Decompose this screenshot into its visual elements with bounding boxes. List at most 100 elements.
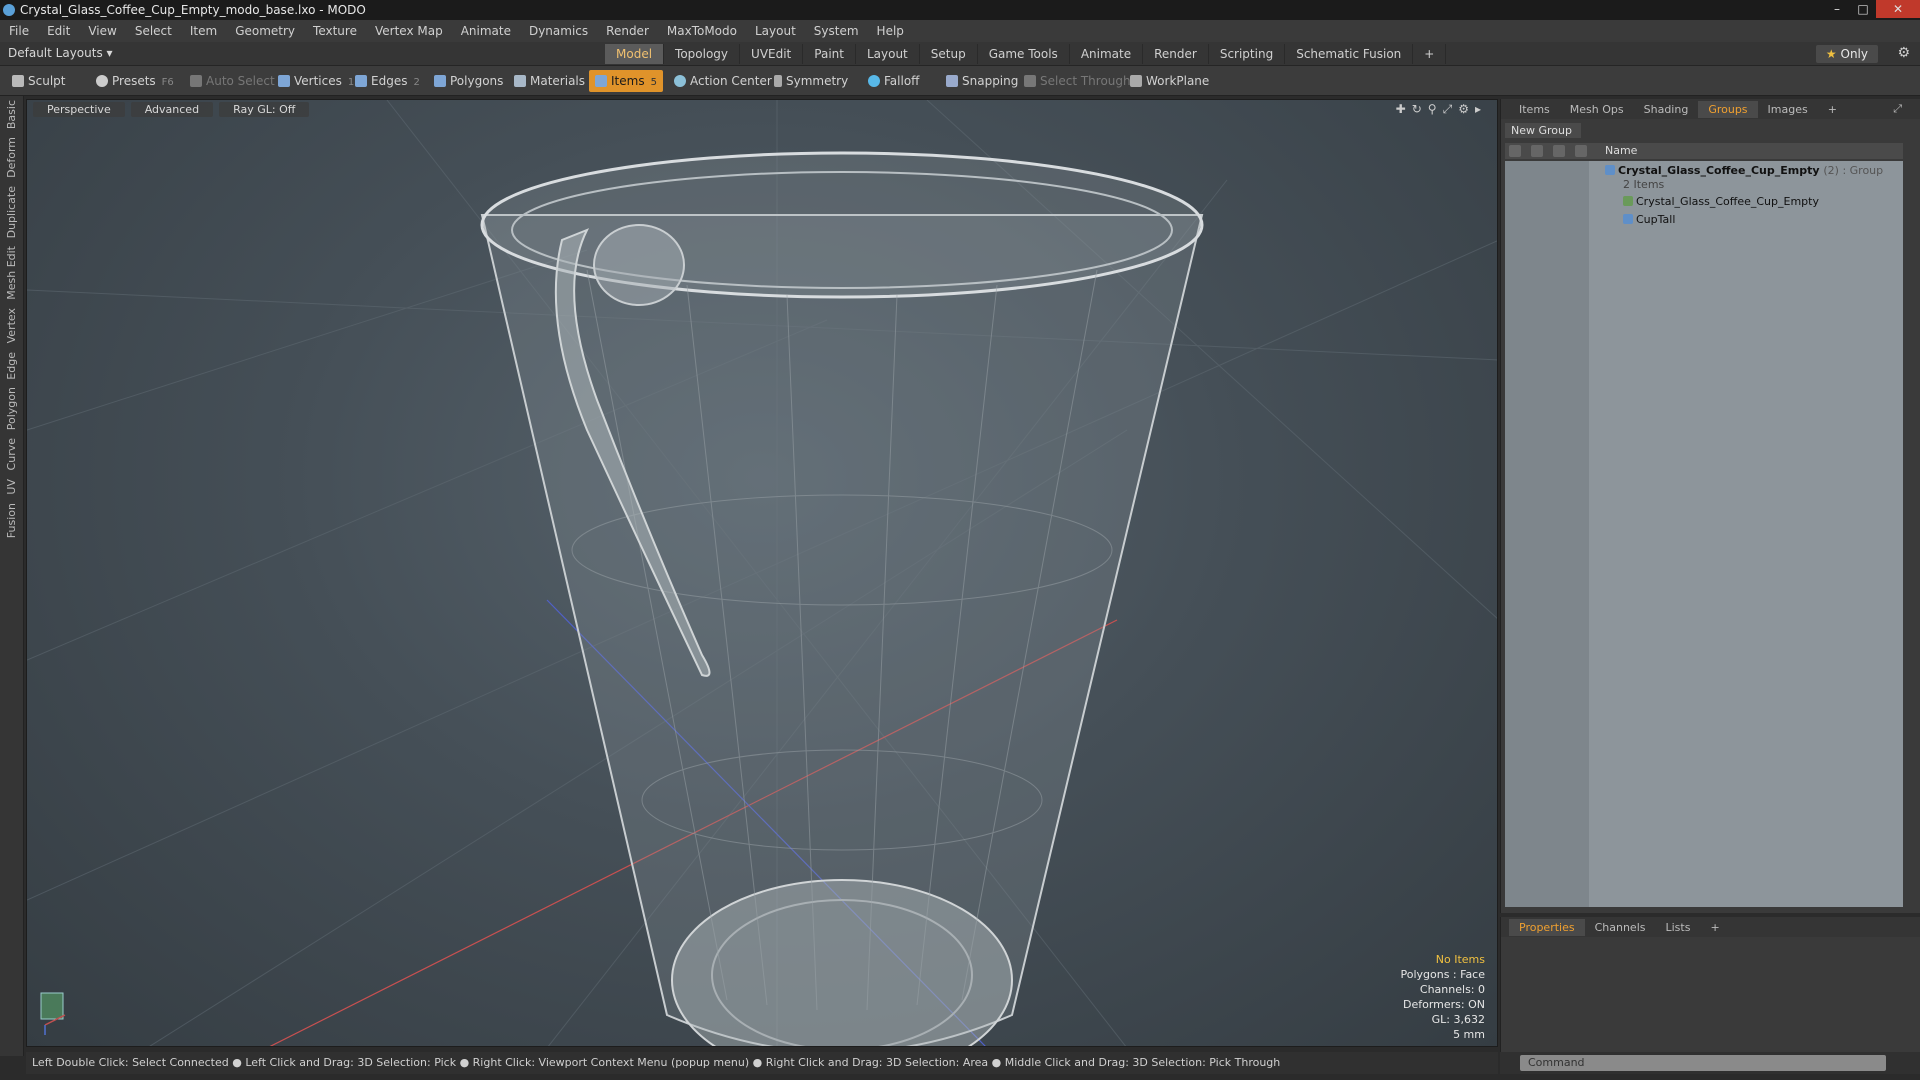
command-line: Command — [1500, 1052, 1920, 1074]
tab-groups[interactable]: Groups — [1698, 100, 1758, 118]
left-tab-curve[interactable]: Curve — [5, 434, 18, 474]
name-column-header[interactable]: Name — [1605, 144, 1637, 157]
items-button[interactable]: Items 5 — [589, 70, 663, 92]
modo-app-icon — [3, 4, 15, 16]
left-tab-polygon[interactable]: Polygon — [5, 383, 18, 434]
star-icon: ★ — [1825, 47, 1837, 61]
tab-topology[interactable]: Topology — [664, 44, 741, 64]
gear-icon[interactable]: ⚙ — [1897, 45, 1910, 61]
tab-images[interactable]: Images — [1758, 101, 1818, 118]
title-bar: Crystal_Glass_Coffee_Cup_Empty_modo_base… — [0, 0, 1920, 20]
advanced-dropdown[interactable]: Advanced — [130, 101, 214, 117]
tab-channels[interactable]: Channels — [1585, 919, 1656, 936]
tree-row-mesh[interactable]: Crystal_Glass_Coffee_Cup_Empty — [1623, 195, 1819, 208]
lock-col-icon[interactable] — [1553, 145, 1565, 157]
menu-system[interactable]: System — [805, 24, 868, 38]
menu-animate[interactable]: Animate — [452, 24, 520, 38]
tab-mesh-ops[interactable]: Mesh Ops — [1560, 101, 1634, 118]
workplane-icon — [1130, 75, 1142, 87]
tree-row-group[interactable]: Crystal_Glass_Coffee_Cup_Empty (2) : Gro… — [1605, 164, 1883, 177]
snapping-button[interactable]: Snapping — [940, 70, 1024, 92]
tab-setup[interactable]: Setup — [920, 44, 978, 64]
action-center-button[interactable]: Action Center — [668, 70, 778, 92]
tab-items[interactable]: Items — [1509, 101, 1560, 118]
tab-uvedit[interactable]: UVEdit — [740, 44, 804, 64]
menu-maxtomodo[interactable]: MaxToModo — [658, 24, 746, 38]
select-col-icon[interactable] — [1575, 145, 1587, 157]
tab-render[interactable]: Render — [1143, 44, 1209, 64]
select-through-button[interactable]: Select Through — [1018, 70, 1137, 92]
menu-select[interactable]: Select — [126, 24, 181, 38]
tab-scripting[interactable]: Scripting — [1209, 44, 1286, 64]
falloff-icon — [868, 75, 880, 87]
window-title: Crystal_Glass_Coffee_Cup_Empty_modo_base… — [20, 3, 366, 17]
only-button[interactable]: ★ Only — [1815, 45, 1878, 63]
3d-viewport[interactable]: Perspective Advanced Ray GL: Off ✚↻⚲⤢⚙▸ … — [26, 99, 1498, 1047]
rotate-icon[interactable]: ↻ — [1412, 102, 1428, 116]
groups-panel: Items Mesh Ops Shading Groups Images + ⤢… — [1500, 99, 1920, 913]
left-tab-basic[interactable]: Basic — [5, 96, 18, 133]
menu-view[interactable]: View — [79, 24, 125, 38]
pan-icon[interactable]: ✚ — [1396, 102, 1412, 116]
items-label: Items — [611, 74, 645, 88]
left-tab-edge[interactable]: Edge — [5, 348, 18, 384]
visibility-col-icon[interactable] — [1509, 145, 1521, 157]
tab-shading[interactable]: Shading — [1634, 101, 1699, 118]
menu-edit[interactable]: Edit — [38, 24, 79, 38]
maximize-icon[interactable]: □ — [1850, 0, 1876, 18]
zoom-icon[interactable]: ⚲ — [1428, 102, 1443, 116]
new-group-button[interactable]: New Group — [1505, 123, 1581, 138]
sculpt-button[interactable]: Sculpt — [6, 70, 71, 92]
left-tab-uv[interactable]: UV — [5, 475, 18, 499]
left-tab-mesh-edit[interactable]: Mesh Edit — [5, 242, 18, 304]
add-props-tab-icon[interactable]: + — [1700, 919, 1729, 936]
workplane-button[interactable]: WorkPlane — [1124, 70, 1215, 92]
menu-vertex-map[interactable]: Vertex Map — [366, 24, 452, 38]
tab-layout[interactable]: Layout — [856, 44, 920, 64]
auto-select-button[interactable]: Auto Select — [184, 70, 281, 92]
close-icon[interactable]: ✕ — [1876, 0, 1920, 18]
render-col-icon[interactable] — [1531, 145, 1543, 157]
menu-file[interactable]: File — [0, 24, 38, 38]
command-input[interactable]: Command — [1520, 1055, 1886, 1071]
layout-dropdown[interactable]: Default Layouts ▾ — [8, 46, 113, 60]
add-panel-tab-icon[interactable]: + — [1818, 101, 1847, 118]
tab-lists[interactable]: Lists — [1656, 919, 1701, 936]
left-tab-deform[interactable]: Deform — [5, 133, 18, 182]
left-tab-vertex[interactable]: Vertex — [5, 304, 18, 347]
menu-item[interactable]: Item — [181, 24, 226, 38]
menu-layout[interactable]: Layout — [746, 24, 805, 38]
presets-button[interactable]: Presets F6 — [90, 70, 180, 92]
tab-schematic-fusion[interactable]: Schematic Fusion — [1285, 44, 1414, 64]
left-tab-duplicate[interactable]: Duplicate — [5, 182, 18, 242]
viewport-expand-icon[interactable]: ▸ — [1475, 102, 1487, 116]
viewport-scene — [27, 100, 1497, 1046]
tab-paint[interactable]: Paint — [803, 44, 856, 64]
expand-panel-icon[interactable]: ⤢ — [1883, 100, 1912, 118]
menu-geometry[interactable]: Geometry — [226, 24, 304, 38]
tab-model[interactable]: Model — [605, 44, 665, 64]
menu-bar: File Edit View Select Item Geometry Text… — [0, 20, 1920, 42]
viewport-gear-icon[interactable]: ⚙ — [1458, 102, 1475, 116]
vertices-button[interactable]: Vertices 1 — [272, 70, 360, 92]
polygons-button[interactable]: Polygons — [428, 70, 509, 92]
symmetry-button[interactable]: Symmetry — [768, 70, 854, 92]
left-tab-fusion[interactable]: Fusion — [5, 499, 18, 542]
minimize-icon[interactable]: – — [1824, 0, 1850, 18]
tab-game-tools[interactable]: Game Tools — [978, 44, 1070, 64]
falloff-button[interactable]: Falloff — [862, 70, 925, 92]
menu-dynamics[interactable]: Dynamics — [520, 24, 597, 38]
tab-properties[interactable]: Properties — [1509, 918, 1585, 936]
materials-button[interactable]: Materials — [508, 70, 591, 92]
raygl-toggle[interactable]: Ray GL: Off — [219, 101, 310, 117]
mesh-icon — [1623, 196, 1633, 206]
edges-button[interactable]: Edges 2 — [349, 70, 426, 92]
menu-help[interactable]: Help — [868, 24, 913, 38]
tree-row-cuptall[interactable]: CupTall — [1623, 213, 1675, 226]
menu-texture[interactable]: Texture — [304, 24, 366, 38]
perspective-dropdown[interactable]: Perspective — [33, 101, 125, 117]
add-tab-icon[interactable]: + — [1413, 44, 1447, 64]
menu-render[interactable]: Render — [597, 24, 658, 38]
fit-icon[interactable]: ⤢ — [1443, 102, 1459, 116]
tab-animate[interactable]: Animate — [1070, 44, 1144, 64]
